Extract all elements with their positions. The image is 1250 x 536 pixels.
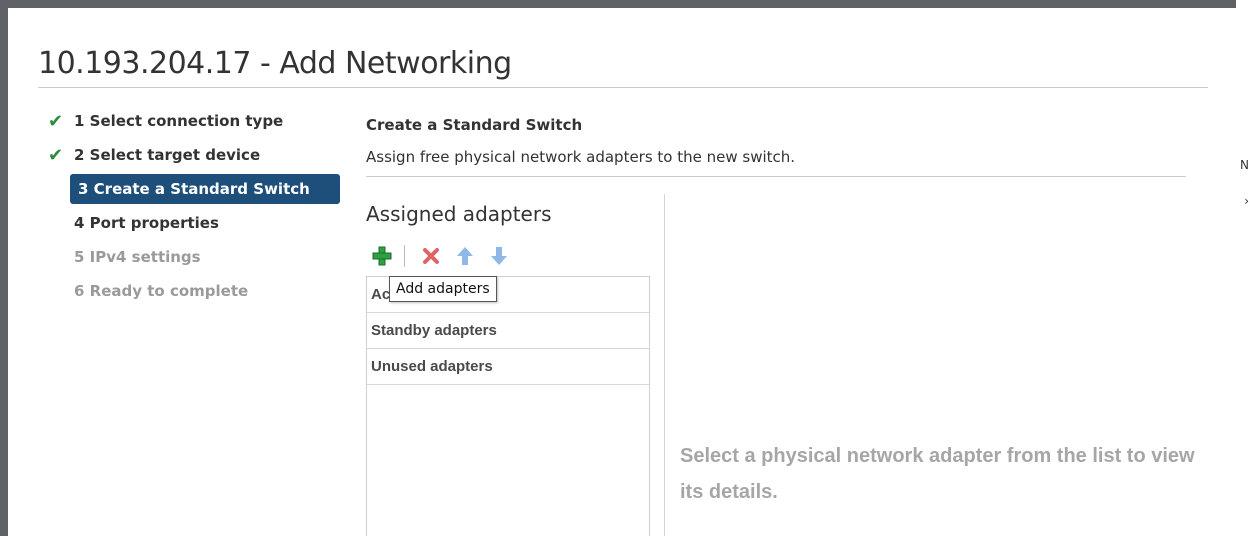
move-up-button[interactable] <box>453 244 477 268</box>
arrow-down-icon <box>491 247 507 265</box>
add-adapters-tooltip: Add adapters <box>389 276 497 302</box>
step-port-properties[interactable]: 4 Port properties <box>48 206 348 240</box>
checkmark-icon: ✔ <box>48 110 64 132</box>
section-divider <box>366 176 1186 177</box>
list-item-standby-adapters[interactable]: Standby adapters <box>367 313 649 349</box>
adapter-list: Active adapters Standby adapters Unused … <box>366 276 650 536</box>
move-down-button[interactable] <box>487 244 511 268</box>
wizard-steps: ✔ 1 Select connection type ✔ 2 Select ta… <box>48 104 348 308</box>
step-select-connection-type[interactable]: ✔ 1 Select connection type <box>48 104 348 138</box>
list-item-unused-adapters[interactable]: Unused adapters <box>367 349 649 385</box>
step-ready-to-complete: 6 Ready to complete <box>48 274 348 308</box>
arrow-up-icon <box>457 247 473 265</box>
background-glyph: › <box>1244 194 1249 208</box>
step-select-target-device[interactable]: ✔ 2 Select target device <box>48 138 348 172</box>
step-label: 4 Port properties <box>74 214 219 232</box>
adapter-details-placeholder: Select a physical network adapter from t… <box>680 445 1195 503</box>
step-label: 3 Create a Standard Switch <box>70 174 340 204</box>
assigned-adapters-heading: Assigned adapters <box>366 202 552 226</box>
step-label: 2 Select target device <box>74 146 261 164</box>
step-create-standard-switch[interactable]: 3 Create a Standard Switch <box>70 172 340 206</box>
step-ipv4-settings: 5 IPv4 settings <box>48 240 348 274</box>
step-label: 6 Ready to complete <box>74 282 249 300</box>
pane-divider <box>664 194 665 536</box>
section-description: Assign free physical network adapters to… <box>366 148 796 166</box>
section-title: Create a Standard Switch <box>366 116 583 134</box>
add-adapters-button[interactable] <box>370 244 394 268</box>
step-label: 5 IPv4 settings <box>74 248 201 266</box>
plus-icon <box>372 246 392 266</box>
title-divider <box>38 87 1208 88</box>
step-label: 1 Select connection type <box>74 112 284 130</box>
toolbar-separator <box>404 245 405 267</box>
adapter-toolbar <box>370 244 521 268</box>
remove-adapter-button[interactable] <box>419 244 443 268</box>
add-networking-dialog: 10.193.204.17 - Add Networking ✔ 1 Selec… <box>8 8 1241 536</box>
background-glyph: N <box>1240 158 1249 172</box>
checkmark-icon: ✔ <box>48 144 64 166</box>
dialog-title: 10.193.204.17 - Add Networking <box>38 46 512 81</box>
x-icon <box>423 248 439 264</box>
